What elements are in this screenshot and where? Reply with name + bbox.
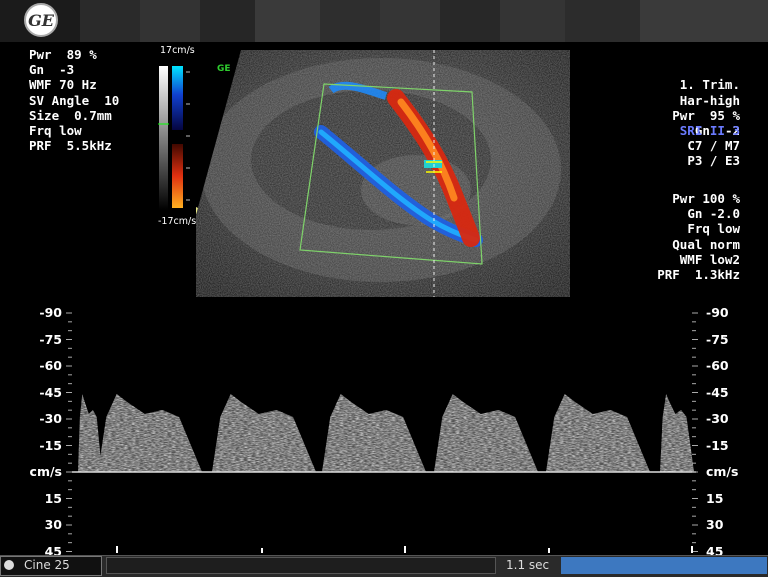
color-scale-max-label: 17cm/s [160, 45, 195, 56]
parameter-line: Pwr 100 % [672, 191, 740, 206]
sri-setting: SRI II 3 [679, 123, 740, 138]
parameter-line: Gn -2.0 [687, 206, 740, 222]
parameter-line: Har-high [679, 92, 740, 108]
cine-progress-fill [561, 557, 767, 574]
ge-logo: GE [24, 3, 58, 37]
parameter-line: Pwr 95 % [672, 107, 740, 123]
bmode-parameters: 1. Trim. Har-high Pwr 95 % Gn -2 C7 / M7 P3 /… [672, 47, 740, 168]
color-parameters: Pwr 100 % Gn -2.0 Frq low Qual norm WMF low2… [657, 191, 740, 282]
cine-icon [4, 560, 14, 570]
parameter-line: C7 / M7 [687, 138, 740, 154]
parameter-line: Frq low [687, 221, 740, 237]
parameter-line: PRF 5.5kHz [29, 138, 112, 154]
doppler-parameters: Pwr 89 % Gn -3 WMF 70 Hz SV Angle 10 Size 0.… [29, 47, 119, 153]
cine-scroll-track[interactable] [106, 557, 496, 574]
cine-label: Cine 25 [24, 558, 70, 572]
parameter-line: WMF low2 [679, 251, 740, 267]
ultrasound-image [196, 50, 570, 297]
parameter-line: Size 0.7mm [29, 107, 112, 123]
parameter-line: PRF 1.3kHz [657, 266, 740, 282]
top-header-bar [0, 0, 768, 42]
parameter-line: Qual norm [672, 236, 740, 252]
parameter-line: Frq low [29, 122, 82, 138]
parameter-line: WMF 70 Hz [29, 77, 97, 93]
parameter-line: Pwr 89 % [29, 47, 97, 62]
parameter-line: Gn -3 [29, 62, 75, 78]
parameter-line: SV Angle 10 [29, 92, 120, 108]
parameter-line: 1. Trim. [679, 77, 740, 93]
time-label: 1.1 sec [506, 558, 550, 572]
parameter-line: P3 / E3 [687, 153, 740, 169]
spectral-doppler-trace [66, 312, 698, 553]
